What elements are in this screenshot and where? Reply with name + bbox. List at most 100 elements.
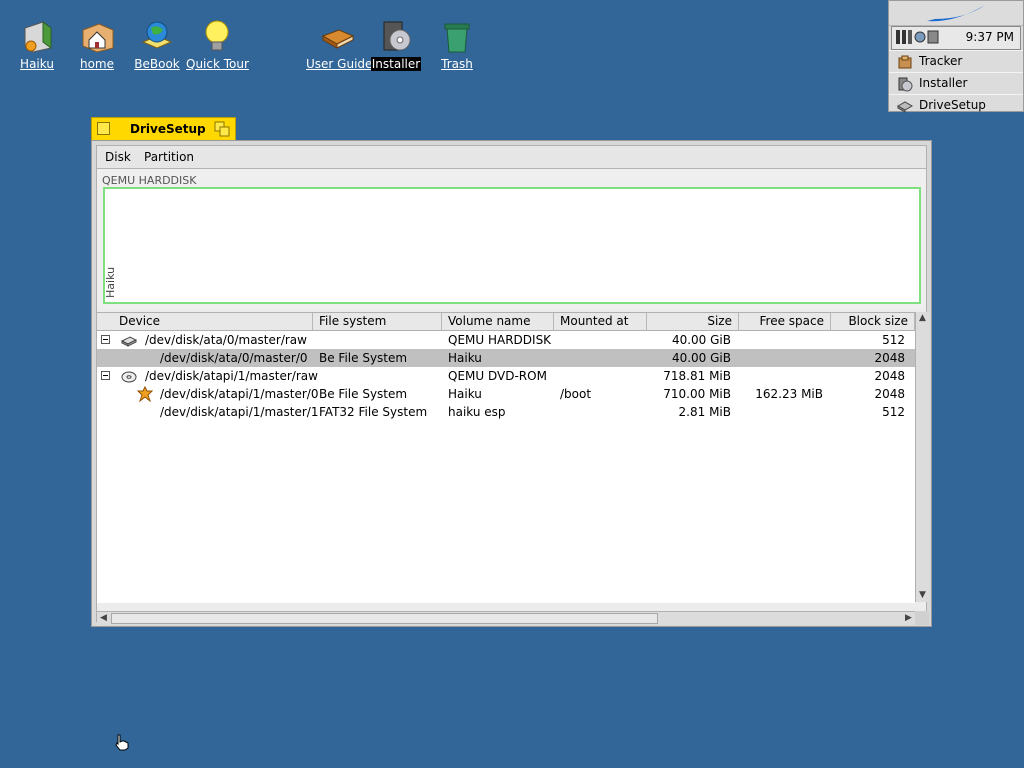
scroll-up-arrow-icon[interactable]: ▲	[916, 312, 929, 325]
table-row[interactable]: /dev/disk/atapi/1/master/1 FAT32 File Sy…	[97, 403, 915, 421]
deskbar-app-drivesetup[interactable]: DriveSetup	[889, 94, 1023, 116]
column-header-bar: Device File system Volume name Mounted a…	[97, 313, 915, 331]
menu-disk[interactable]: Disk	[105, 150, 131, 164]
cell-size: 2.81 MiB	[678, 405, 731, 419]
cell-volume-name: Haiku	[448, 387, 482, 401]
cdrom-icon	[121, 371, 137, 383]
tray-status-icons[interactable]	[896, 29, 956, 45]
scroll-down-arrow-icon[interactable]: ▼	[916, 589, 929, 602]
cell-file-system: FAT32 File System	[319, 405, 428, 419]
desktop-icon-label: Haiku	[20, 57, 54, 71]
window-content: Disk Partition QEMU HARDDISK Haiku Devic…	[96, 145, 929, 625]
home-folder-icon	[82, 23, 114, 53]
cell-volume-name: QEMU DVD-ROM	[448, 369, 547, 383]
desktop-icon-trash[interactable]: Trash	[425, 18, 489, 71]
installer-icon	[383, 21, 411, 51]
deskbar-app-tracker[interactable]: Tracker	[889, 50, 1023, 72]
cell-free-space: 162.23 MiB	[755, 387, 823, 401]
drivesetup-icon	[897, 101, 913, 113]
cell-size: 710.00 MiB	[663, 387, 731, 401]
zoom-button-icon[interactable]	[214, 121, 230, 137]
table-row[interactable]: /dev/disk/ata/0/master/raw QEMU HARDDISK…	[97, 331, 915, 349]
partition-list: Device File system Volume name Mounted a…	[97, 312, 915, 603]
menu-bar: Disk Partition	[97, 146, 926, 169]
cell-size: 40.00 GiB	[671, 333, 731, 347]
cell-file-system: Be File System	[319, 387, 408, 401]
drivesetup-window: Disk Partition QEMU HARDDISK Haiku Devic…	[91, 140, 932, 627]
column-header-free-space[interactable]: Free space	[739, 313, 831, 330]
collapse-toggle[interactable]	[101, 371, 110, 380]
disk-map: QEMU HARDDISK Haiku	[97, 169, 926, 309]
menu-partition[interactable]: Partition	[144, 150, 194, 164]
harddisk-icon	[121, 336, 137, 347]
cell-block-size: 512	[882, 333, 905, 347]
desktop-icon-installer[interactable]: Installer	[364, 18, 428, 71]
cell-block-size: 2048	[874, 387, 905, 401]
cell-block-size: 2048	[874, 351, 905, 365]
bebook-icon	[141, 21, 173, 49]
desktop-icon-home[interactable]: home	[65, 18, 129, 71]
column-header-size[interactable]: Size	[647, 313, 739, 330]
deskbar-app-label: Installer	[919, 76, 968, 90]
cell-volume-name: QEMU HARDDISK	[448, 333, 552, 347]
partition-block-haiku[interactable]: Haiku	[103, 187, 921, 304]
clock[interactable]: 9:37 PM	[966, 30, 1014, 44]
window-tab[interactable]: DriveSetup	[91, 117, 236, 141]
haiku-leaf-icon	[137, 386, 153, 402]
desktop-icon-quick-tour[interactable]: Quick Tour	[185, 18, 249, 71]
cell-file-system: Be File System	[319, 351, 408, 365]
table-row[interactable]: /dev/disk/atapi/1/master/raw QEMU DVD-RO…	[97, 367, 915, 385]
horizontal-scroll-thumb[interactable]	[111, 613, 658, 624]
deskbar-app-label: Tracker	[919, 54, 963, 68]
column-header-mounted-at[interactable]: Mounted at	[554, 313, 647, 330]
user-guide-book-icon	[321, 29, 355, 49]
desktop-icon-user-guide[interactable]: User Guide	[305, 18, 372, 71]
trash-icon	[444, 23, 470, 53]
desktop-icon-haiku[interactable]: Haiku	[5, 18, 69, 71]
collapse-toggle[interactable]	[101, 335, 110, 344]
vertical-scrollbar[interactable]: ▲ ▼	[915, 312, 929, 602]
deskbar-app-installer[interactable]: Installer	[889, 72, 1023, 94]
cell-device: /dev/disk/ata/0/master/0	[160, 351, 308, 365]
cell-device: /dev/disk/atapi/1/master/1	[160, 405, 319, 419]
desktop-icon-label: home	[79, 57, 115, 71]
horizontal-scrollbar[interactable]: ◀ ▶	[97, 611, 915, 625]
desktop-icon-label: Installer	[370, 57, 422, 71]
cell-block-size: 2048	[874, 369, 905, 383]
cell-size: 40.00 GiB	[671, 351, 731, 365]
system-tray: 9:37 PM	[891, 26, 1021, 50]
tracker-icon	[898, 55, 912, 69]
deskbar-app-label: DriveSetup	[919, 98, 986, 112]
column-header-file-system[interactable]: File system	[313, 313, 442, 330]
window-title: DriveSetup	[130, 122, 206, 136]
table-row[interactable]: /dev/disk/ata/0/master/0 Be File System …	[97, 349, 915, 367]
cell-block-size: 512	[882, 405, 905, 419]
desktop-icon-label: Trash	[441, 57, 473, 71]
haiku-volume-icon	[24, 21, 52, 53]
desktop-icon-bebook[interactable]: BeBook	[125, 18, 189, 71]
cell-volume-name: Haiku	[448, 351, 482, 365]
disk-map-label: QEMU HARDDISK	[102, 174, 197, 187]
column-header-volume-name[interactable]: Volume name	[442, 313, 554, 330]
cell-device: /dev/disk/ata/0/master/raw	[145, 333, 307, 347]
cell-volume-name: haiku esp	[448, 405, 506, 419]
resize-corner[interactable]	[915, 611, 929, 625]
cell-device: /dev/disk/atapi/1/master/raw	[145, 369, 318, 383]
cell-size: 718.81 MiB	[663, 369, 731, 383]
desktop-icon-label: Quick Tour	[186, 57, 249, 71]
hand-cursor-icon	[115, 734, 129, 751]
deskbar-menu-button[interactable]	[889, 1, 1023, 26]
scroll-left-arrow-icon[interactable]: ◀	[97, 612, 110, 625]
haiku-leaf-logo-icon	[927, 5, 985, 22]
lightbulb-icon	[205, 20, 229, 51]
deskbar: 9:37 PM Tracker Installer DriveSetup	[888, 0, 1024, 113]
table-row[interactable]: /dev/disk/atapi/1/master/0 Be File Syste…	[97, 385, 915, 403]
scroll-right-arrow-icon[interactable]: ▶	[902, 612, 915, 625]
installer-icon	[898, 77, 913, 92]
cell-device: /dev/disk/atapi/1/master/0	[160, 387, 319, 401]
column-header-block-size[interactable]: Block size	[831, 313, 915, 330]
column-header-device[interactable]: Device	[97, 313, 313, 330]
partition-label: Haiku	[104, 266, 117, 298]
close-button[interactable]	[97, 122, 110, 135]
cell-mounted-at: /boot	[560, 387, 592, 401]
